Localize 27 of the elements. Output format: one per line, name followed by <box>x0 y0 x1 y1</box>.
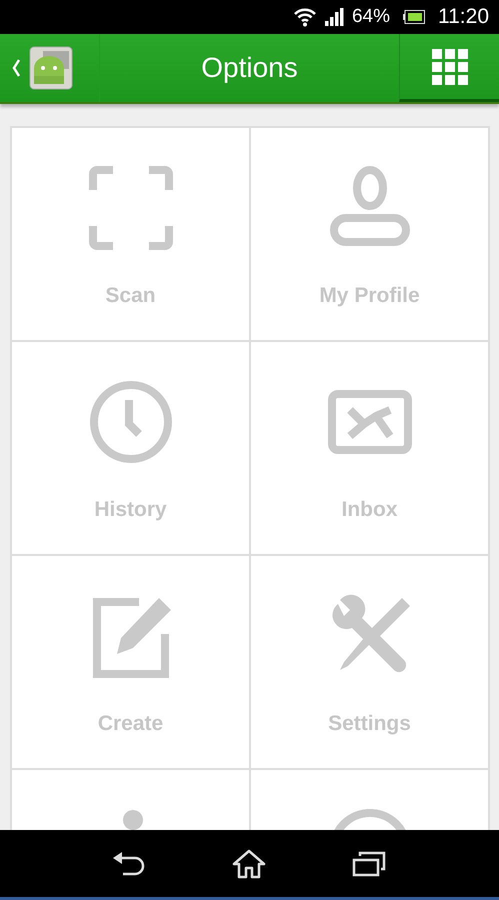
grid-menu-button[interactable] <box>399 34 499 102</box>
battery-icon <box>403 10 425 24</box>
grid-tile[interactable]: Create <box>12 556 249 768</box>
tile-label: Create <box>98 712 164 736</box>
grid-tile[interactable]: Settings <box>251 556 488 768</box>
home-icon[interactable] <box>232 848 266 878</box>
battery-percent: 64% <box>352 6 390 28</box>
grid-tile[interactable]: Scan <box>12 128 249 340</box>
app-icon[interactable] <box>29 46 73 90</box>
clock-icon <box>88 380 172 464</box>
clock-time: 11:20 <box>438 5 489 29</box>
recent-apps-icon[interactable] <box>352 850 386 876</box>
tile-label: My Profile <box>319 284 420 308</box>
back-icon[interactable] <box>112 850 147 876</box>
tile-label: History <box>94 498 167 522</box>
tile-label: Inbox <box>342 498 398 522</box>
scan-frame-icon <box>88 166 172 250</box>
wifi-icon <box>294 7 316 27</box>
grid-tile[interactable]: Inbox <box>251 342 488 554</box>
screen-title: Options <box>200 51 299 85</box>
back-chevron-icon[interactable] <box>12 59 21 77</box>
tile-label: Scan <box>105 284 156 308</box>
grid-tile[interactable]: History <box>12 342 249 554</box>
grid-icon <box>432 48 468 84</box>
grid-tile[interactable]: My Profile <box>251 128 488 340</box>
signal-icon <box>324 8 345 26</box>
tile-label: Settings <box>328 712 411 736</box>
